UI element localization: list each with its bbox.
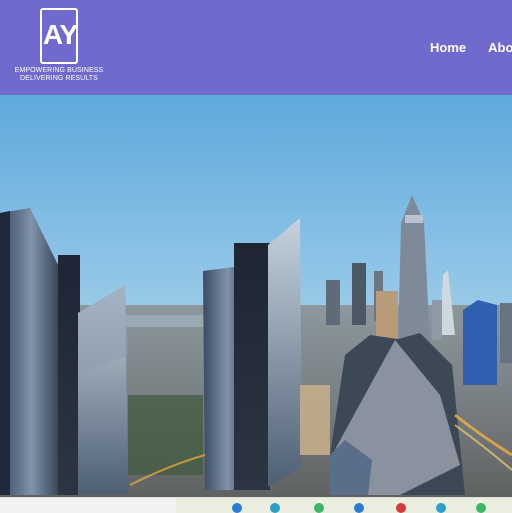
logo-tagline: EMPOWERING BUSINESS DELIVERING RESULTS xyxy=(13,67,105,83)
main-nav: Home Abo xyxy=(430,40,512,55)
logo-mark: AY xyxy=(42,19,78,50)
nav-item-home[interactable]: Home xyxy=(430,40,466,55)
hero-image xyxy=(0,95,512,497)
tagline-line-2: DELIVERING RESULTS xyxy=(20,75,98,82)
nav-item-about[interactable]: Abo xyxy=(488,40,512,55)
bottom-strip-panel xyxy=(176,498,512,513)
site-header: AY EMPOWERING BUSINESS DELIVERING RESULT… xyxy=(0,0,512,95)
bottom-strip xyxy=(0,497,512,513)
tagline-line-1: EMPOWERING BUSINESS xyxy=(14,67,104,74)
city-skyline-image xyxy=(0,95,512,497)
site-logo[interactable]: AY EMPOWERING BUSINESS DELIVERING RESULT… xyxy=(13,8,105,88)
